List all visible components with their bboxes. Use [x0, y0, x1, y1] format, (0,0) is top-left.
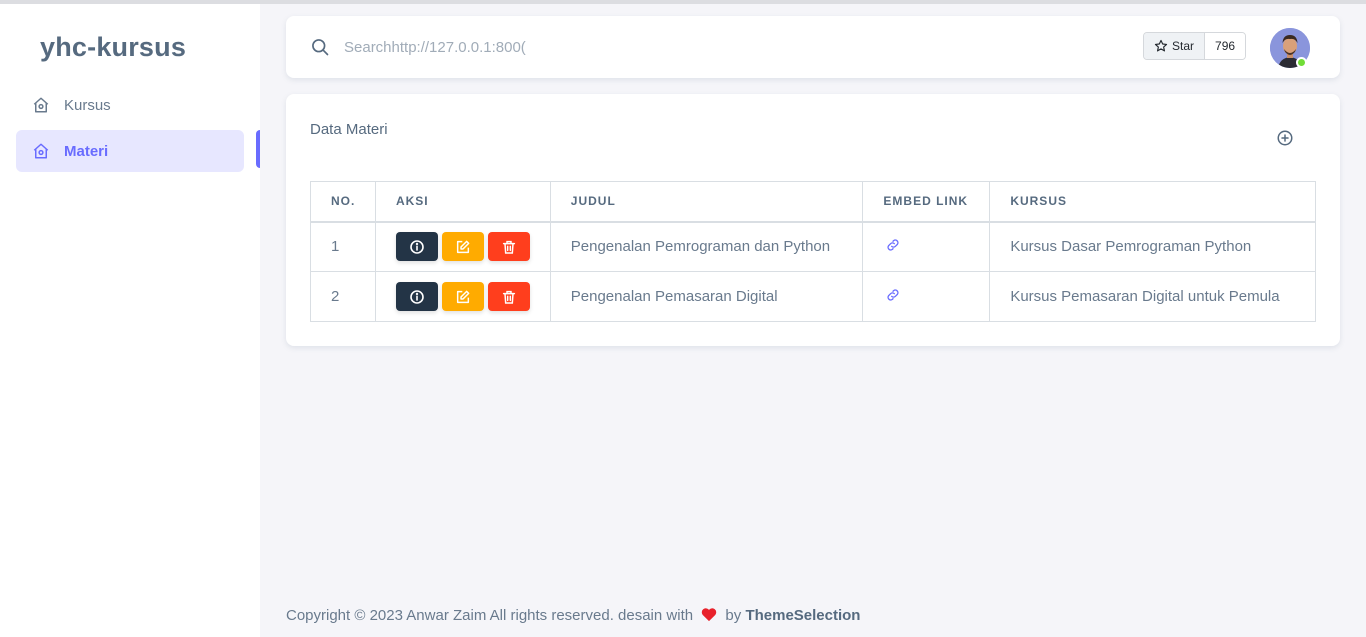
sidebar-item-label: Kursus — [64, 96, 111, 114]
home-icon — [32, 142, 50, 160]
materi-table: NO. AKSI JUDUL EMBED LINK KURSUS 1 Penge… — [310, 181, 1316, 322]
column-header-kursus: KURSUS — [989, 181, 1316, 223]
github-star-widget: Star 796 — [1143, 32, 1247, 60]
sidebar: yhc-kursus Kursus Materi — [0, 4, 260, 637]
edit-button[interactable] — [441, 232, 484, 262]
trash-icon — [502, 240, 516, 254]
footer-copyright: Copyright © 2023 Anwar Zaim All rights r… — [286, 607, 694, 624]
delete-button[interactable] — [487, 232, 530, 262]
footer-brand-link[interactable]: ThemeSelection — [745, 607, 860, 624]
card-title: Data Materi — [310, 121, 388, 138]
online-status-dot — [1296, 57, 1307, 68]
table-row: 1 Pengenalan Pemrograman dan Python Kurs… — [310, 221, 1316, 272]
delete-button[interactable] — [487, 282, 530, 311]
cell-kursus: Kursus Dasar Pemrograman Python — [989, 221, 1316, 272]
star-label: Star — [1172, 39, 1195, 53]
cell-judul: Pengenalan Pemrograman dan Python — [549, 221, 864, 272]
info-icon — [410, 239, 424, 254]
footer: Copyright © 2023 Anwar Zaim All rights r… — [286, 607, 860, 626]
top-navbar: Star 796 — [286, 16, 1340, 78]
cell-embed-link — [862, 221, 991, 272]
add-circle-icon[interactable] — [1276, 129, 1294, 147]
cell-actions — [374, 271, 551, 322]
edit-button[interactable] — [441, 282, 484, 311]
table-header-row: NO. AKSI JUDUL EMBED LINK KURSUS — [310, 181, 1316, 223]
detail-button[interactable] — [395, 232, 438, 262]
active-indicator — [256, 130, 260, 168]
link-icon[interactable] — [885, 287, 901, 303]
brand-logo-text[interactable]: yhc-kursus — [40, 32, 186, 63]
table-row: 2 Pengenalan Pemasaran Digital Kursus Pe… — [310, 271, 1316, 322]
star-count[interactable]: 796 — [1205, 33, 1246, 59]
column-header-no: NO. — [310, 181, 376, 223]
column-header-embed-link: EMBED LINK — [862, 181, 991, 223]
cell-kursus: Kursus Pemasaran Digital untuk Pemula — [989, 271, 1316, 322]
search-icon — [310, 37, 330, 57]
star-icon — [1154, 39, 1168, 52]
footer-by: by — [725, 607, 742, 624]
column-header-judul: JUDUL — [549, 181, 864, 223]
search-input[interactable] — [344, 35, 528, 59]
cell-embed-link — [862, 271, 991, 322]
info-icon — [410, 289, 424, 304]
column-header-aksi: AKSI — [374, 181, 551, 223]
home-icon — [32, 96, 50, 114]
edit-icon — [456, 240, 470, 253]
cell-no: 1 — [310, 221, 376, 272]
star-button[interactable]: Star — [1144, 33, 1206, 59]
cell-no: 2 — [310, 271, 376, 322]
edit-icon — [456, 290, 470, 303]
detail-button[interactable] — [395, 282, 438, 311]
heart-icon — [701, 607, 717, 626]
link-icon[interactable] — [885, 237, 901, 253]
cell-judul: Pengenalan Pemasaran Digital — [549, 271, 864, 322]
cell-actions — [374, 221, 551, 272]
trash-icon — [502, 290, 516, 304]
sidebar-item-materi[interactable]: Materi — [16, 130, 244, 172]
data-materi-card: Data Materi NO. AKSI JUDUL EMBED LINK KU… — [286, 94, 1340, 346]
sidebar-item-kursus[interactable]: Kursus — [16, 84, 244, 126]
sidebar-item-label: Materi — [64, 142, 109, 160]
